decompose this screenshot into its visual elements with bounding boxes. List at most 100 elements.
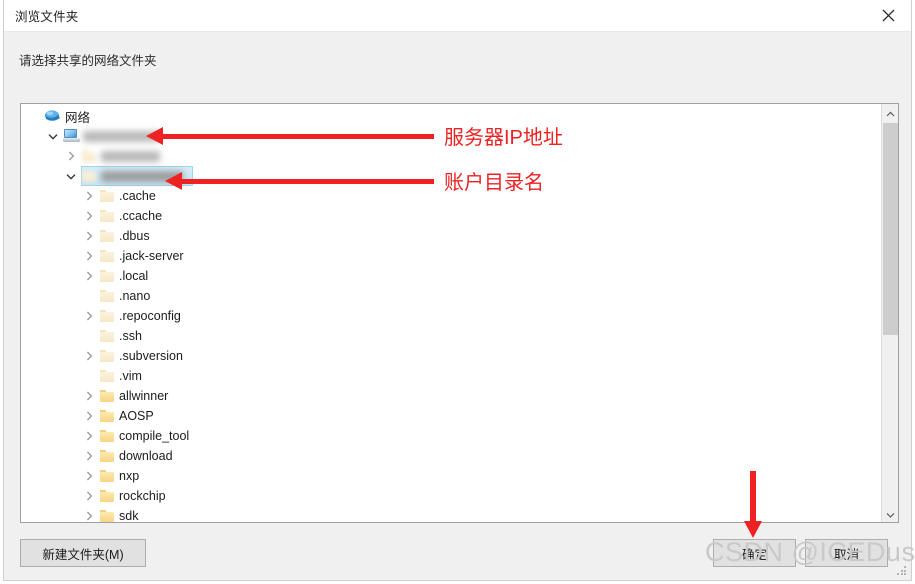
tree-row-label: .ccache [119, 209, 163, 223]
tree-row-label: sdk [119, 509, 139, 522]
tree-row[interactable]: .ccache [21, 206, 881, 226]
tree-row-label: .jack-server [119, 249, 184, 263]
tree-row[interactable]: AOSP [21, 406, 881, 426]
tree-row[interactable]: compile_tool [21, 426, 881, 446]
tree-row[interactable]: .repoconfig [21, 306, 881, 326]
chevron-right-icon[interactable] [81, 268, 97, 284]
row-icon [97, 268, 117, 284]
tree-row[interactable] [21, 126, 881, 146]
row-icon [97, 428, 117, 444]
row-icon [97, 188, 117, 204]
folder-icon [100, 390, 114, 402]
tree-row[interactable]: rockchip [21, 486, 881, 506]
chevron-up-icon [886, 104, 895, 122]
tree-row[interactable]: download [21, 446, 881, 466]
folder-icon [100, 510, 114, 522]
chevron-right-icon[interactable] [81, 508, 97, 522]
tree-row-label: 网络 [65, 110, 91, 125]
chevron-right-icon[interactable] [81, 228, 97, 244]
tree-row[interactable]: nxp [21, 466, 881, 486]
folder-tree[interactable]: 网络 .cache .ccache .dbus .jack-server .local .n… [21, 104, 881, 522]
dialog-body: 请选择共享的网络文件夹 网络 .cache .ccache .dbus .jack-se… [4, 32, 911, 580]
folder-icon [100, 490, 114, 502]
tree-row[interactable]: .dbus [21, 226, 881, 246]
new-folder-button[interactable]: 新建文件夹(M) [20, 539, 146, 567]
tree-row-label: rockchip [119, 489, 166, 503]
tree-row[interactable]: allwinner [21, 386, 881, 406]
row-icon [97, 348, 117, 364]
tree-row[interactable] [21, 146, 881, 166]
folder-icon [100, 450, 114, 462]
folder-tree-panel: 网络 .cache .ccache .dbus .jack-server .local .n… [20, 103, 899, 523]
folder-icon [100, 470, 114, 482]
folder-icon [82, 150, 96, 162]
folder-icon [100, 210, 114, 222]
tree-row[interactable] [21, 166, 881, 186]
row-icon [97, 488, 117, 504]
close-icon [882, 9, 895, 22]
tree-row[interactable]: sdk [21, 506, 881, 522]
row-icon [97, 248, 117, 264]
network-globe-icon [44, 109, 62, 124]
tree-row-label: .repoconfig [119, 309, 181, 323]
folder-icon [100, 190, 114, 202]
tree-row[interactable]: .local [21, 266, 881, 286]
scroll-down-button[interactable] [882, 505, 898, 522]
row-icon [97, 208, 117, 224]
folder-icon [100, 430, 114, 442]
folder-icon [100, 370, 114, 382]
row-icon [43, 108, 63, 124]
folder-icon [100, 230, 114, 242]
tree-vertical-scrollbar[interactable] [881, 104, 898, 522]
chevron-right-icon[interactable] [81, 488, 97, 504]
chevron-right-icon[interactable] [81, 468, 97, 484]
tree-row[interactable]: .jack-server [21, 246, 881, 266]
row-icon [97, 408, 117, 424]
chevron-right-icon[interactable] [81, 388, 97, 404]
cancel-button[interactable]: 取消 [805, 539, 888, 567]
tree-row-label: .subversion [119, 349, 183, 363]
ok-button[interactable]: 确定 [713, 539, 796, 567]
chevron-right-icon[interactable] [81, 428, 97, 444]
chevron-right-icon[interactable] [81, 348, 97, 364]
tree-row-label: .dbus [119, 229, 150, 243]
chevron-right-icon[interactable] [81, 248, 97, 264]
tree-row-label: .nano [119, 289, 151, 303]
folder-icon [100, 310, 114, 322]
tree-row[interactable]: .vim [21, 366, 881, 386]
scrollbar-thumb[interactable] [883, 123, 898, 335]
tree-row-label-redacted [101, 149, 160, 163]
chevron-down-icon[interactable] [45, 128, 61, 144]
chevron-down-icon[interactable] [63, 168, 79, 184]
row-icon [97, 388, 117, 404]
chevron-right-icon[interactable] [63, 148, 79, 164]
prompt-label: 请选择共享的网络文件夹 [19, 54, 157, 68]
scroll-up-button[interactable] [882, 104, 898, 122]
folder-icon [100, 270, 114, 282]
chevron-right-icon[interactable] [81, 448, 97, 464]
tree-row[interactable]: 网络 [21, 106, 881, 126]
browse-folder-dialog: 浏览文件夹 请选择共享的网络文件夹 网络 .cache .ccache .dbus .j… [3, 0, 912, 581]
chevron-right-icon[interactable] [81, 408, 97, 424]
row-icon [97, 228, 117, 244]
chevron-right-icon [81, 368, 97, 384]
chevron-right-icon[interactable] [81, 208, 97, 224]
chevron-right-icon[interactable] [81, 188, 97, 204]
tree-row[interactable]: .ssh [21, 326, 881, 346]
chevron-right-icon [81, 328, 97, 344]
close-button[interactable] [865, 0, 911, 31]
folder-icon [100, 250, 114, 262]
resize-grip[interactable] [897, 566, 907, 576]
tree-row[interactable]: .cache [21, 186, 881, 206]
chevron-right-icon[interactable] [81, 308, 97, 324]
title-bar: 浏览文件夹 [4, 0, 911, 32]
tree-row-label: download [119, 449, 173, 463]
row-icon [97, 308, 117, 324]
row-icon [97, 328, 117, 344]
row-icon [97, 508, 117, 522]
chevron-right-icon [27, 108, 43, 124]
row-icon [97, 288, 117, 304]
tree-row[interactable]: .subversion [21, 346, 881, 366]
tree-row-label: .vim [119, 369, 142, 383]
tree-row[interactable]: .nano [21, 286, 881, 306]
